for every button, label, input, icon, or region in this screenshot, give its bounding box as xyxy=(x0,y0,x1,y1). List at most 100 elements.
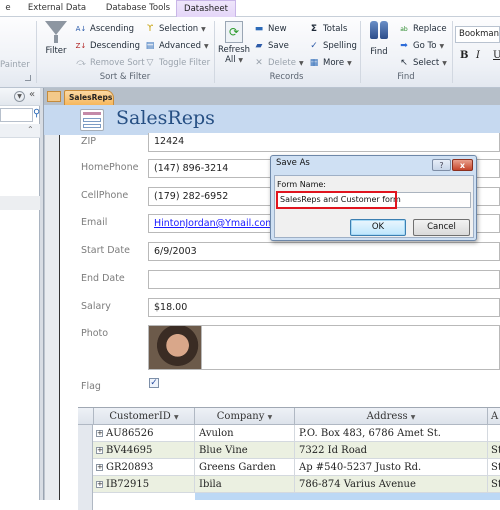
font-name-select[interactable]: Bookman O xyxy=(455,26,500,43)
end-date-field[interactable] xyxy=(148,270,500,289)
cell-next[interactable]: St xyxy=(488,476,500,493)
nav-group-header[interactable]: ⌃ xyxy=(0,124,40,138)
salary-field[interactable]: $18.00 xyxy=(148,298,500,317)
zip-field[interactable]: 12424 xyxy=(148,133,500,152)
cell-customerid[interactable]: AU86526 xyxy=(106,428,153,439)
form-icon xyxy=(80,109,104,131)
nav-list-item[interactable] xyxy=(0,196,40,210)
expand-icon[interactable]: + xyxy=(96,447,103,454)
refresh-all-button[interactable]: ⟳ Refresh All ▼ xyxy=(217,21,251,65)
tab-create[interactable]: e xyxy=(0,0,16,17)
table-row[interactable]: + AU86526 Avulon P.O. Box 483, 6786 Amet … xyxy=(78,425,500,442)
remove-sort-button[interactable]: ⤼ Remove Sort xyxy=(75,56,144,70)
chevron-down-icon[interactable]: ▼ xyxy=(174,414,179,421)
save-record-button[interactable]: ▰ Save xyxy=(253,39,289,53)
photo-attachment-field[interactable] xyxy=(202,325,500,370)
table-row[interactable]: +BV44695 Blue Vine 7322 Id Road St xyxy=(78,442,500,459)
nav-search-input[interactable] xyxy=(0,108,33,122)
row-selector[interactable] xyxy=(78,493,93,510)
dialog-launcher-icon[interactable] xyxy=(25,75,31,81)
totals-button[interactable]: Σ Totals xyxy=(308,22,347,36)
cell-company[interactable]: Avulon xyxy=(195,425,295,442)
selection-button[interactable]: ϒ Selection ▼ xyxy=(144,22,206,36)
ascending-button[interactable]: A↓ Ascending xyxy=(75,22,134,36)
find-label: Find xyxy=(370,47,388,57)
filter-button[interactable]: Filter xyxy=(40,21,72,56)
form-tab-icon xyxy=(47,91,61,102)
tab-database-tools[interactable]: Database Tools xyxy=(98,0,178,17)
table-row[interactable]: + GR20893 Greens Garden Ap #540-5237 Just… xyxy=(78,459,500,476)
goto-button[interactable]: ➡ Go To ▼ xyxy=(398,39,444,53)
nav-menu-dropdown-icon[interactable]: ▼ xyxy=(14,91,25,102)
tab-datasheet[interactable]: Datasheet xyxy=(176,0,236,17)
cell-company[interactable]: Greens Garden xyxy=(195,459,295,476)
italic-button[interactable]: I xyxy=(476,50,480,61)
tab-external-data[interactable]: External Data xyxy=(22,0,92,17)
replace-button[interactable]: ab Replace xyxy=(398,22,446,36)
sort-descending-icon: Z↓ xyxy=(75,41,87,50)
column-header-customerid[interactable]: CustomerID ▼ xyxy=(94,408,195,425)
chevron-down-icon[interactable]: ▼ xyxy=(268,414,273,421)
email-link[interactable]: HintonJordan@Ymail.com xyxy=(154,218,275,229)
chevron-down-icon: ▼ xyxy=(439,42,445,50)
expand-icon[interactable]: + xyxy=(96,430,103,437)
help-button[interactable]: ? xyxy=(432,159,451,171)
refresh-icon: ⟳ xyxy=(225,21,243,43)
delete-record-button[interactable]: ✕ Delete ▼ xyxy=(253,56,304,70)
dialog-title: Save As xyxy=(276,158,310,168)
chevron-down-icon: ▼ xyxy=(298,59,304,67)
chevron-down-icon[interactable]: ▼ xyxy=(411,414,416,421)
close-button[interactable]: x xyxy=(452,159,473,171)
row-selector[interactable] xyxy=(78,442,93,459)
cell-company[interactable]: Ibila xyxy=(195,476,295,493)
salary-label: Salary xyxy=(81,301,111,312)
table-row-partial[interactable] xyxy=(78,493,500,510)
descending-button[interactable]: Z↓ Descending xyxy=(75,39,140,53)
format-painter-label: Painter xyxy=(0,60,30,70)
record-selector[interactable] xyxy=(44,135,60,500)
select-button[interactable]: ↖ Select ▼ xyxy=(398,56,447,70)
chevron-down-icon: ▼ xyxy=(204,42,209,50)
spelling-button[interactable]: ✓ Spelling xyxy=(308,39,357,53)
ok-button[interactable]: OK xyxy=(350,219,406,236)
cell-customerid[interactable]: IB72915 xyxy=(106,479,149,490)
cell-next[interactable]: St xyxy=(488,459,500,476)
new-record-button[interactable]: ▬ New xyxy=(253,22,287,36)
start-date-field[interactable]: 6/9/2003 xyxy=(148,242,500,261)
more-grid-icon: ▦ xyxy=(309,57,319,68)
format-painter-button[interactable]: Painter xyxy=(0,58,30,72)
row-selector[interactable] xyxy=(78,459,93,476)
table-row[interactable]: +IB72915 Ibila 786-874 Varius Avenue St xyxy=(78,476,500,493)
photo-image[interactable] xyxy=(148,325,202,370)
cell-next[interactable] xyxy=(488,425,500,442)
row-selector[interactable] xyxy=(78,425,93,442)
cell-company[interactable]: Blue Vine xyxy=(195,442,295,459)
bold-button[interactable]: B xyxy=(460,50,468,61)
column-header-next[interactable]: A xyxy=(488,408,500,425)
replace-icon: ab xyxy=(400,25,408,33)
cell-next[interactable]: St xyxy=(488,442,500,459)
select-all-corner[interactable] xyxy=(78,408,94,425)
flag-checkbox[interactable]: ✓ xyxy=(149,378,159,388)
cell-address[interactable]: 786-874 Varius Avenue xyxy=(295,476,488,493)
shutter-bar-close-icon[interactable]: « xyxy=(29,89,35,100)
cancel-button[interactable]: Cancel xyxy=(413,219,470,236)
toggle-filter-button[interactable]: ▽ Toggle Filter xyxy=(144,56,211,70)
document-tab-salesreps[interactable]: SalesReps xyxy=(64,90,114,105)
underline-button[interactable]: U xyxy=(493,50,500,61)
find-button[interactable]: Find xyxy=(364,21,394,57)
row-selector[interactable] xyxy=(78,476,93,493)
cell-address[interactable]: P.O. Box 483, 6786 Amet St. xyxy=(295,425,488,442)
collapse-up-icon[interactable]: ⌃ xyxy=(27,125,34,134)
expand-icon[interactable]: + xyxy=(96,481,103,488)
cell-address[interactable]: Ap #540-5237 Justo Rd. xyxy=(295,459,488,476)
cell-customerid[interactable]: BV44695 xyxy=(106,445,152,456)
column-header-company[interactable]: Company ▼ xyxy=(195,408,295,425)
sigma-icon: Σ xyxy=(310,23,318,34)
cell-address[interactable]: 7322 Id Road xyxy=(295,442,488,459)
column-header-address[interactable]: Address ▼ xyxy=(295,408,488,425)
cell-customerid[interactable]: GR20893 xyxy=(106,462,153,473)
more-button[interactable]: ▦ More ▼ xyxy=(308,56,352,70)
advanced-filter-button[interactable]: ▤ Advanced ▼ xyxy=(144,39,209,53)
expand-icon[interactable]: + xyxy=(96,464,103,471)
